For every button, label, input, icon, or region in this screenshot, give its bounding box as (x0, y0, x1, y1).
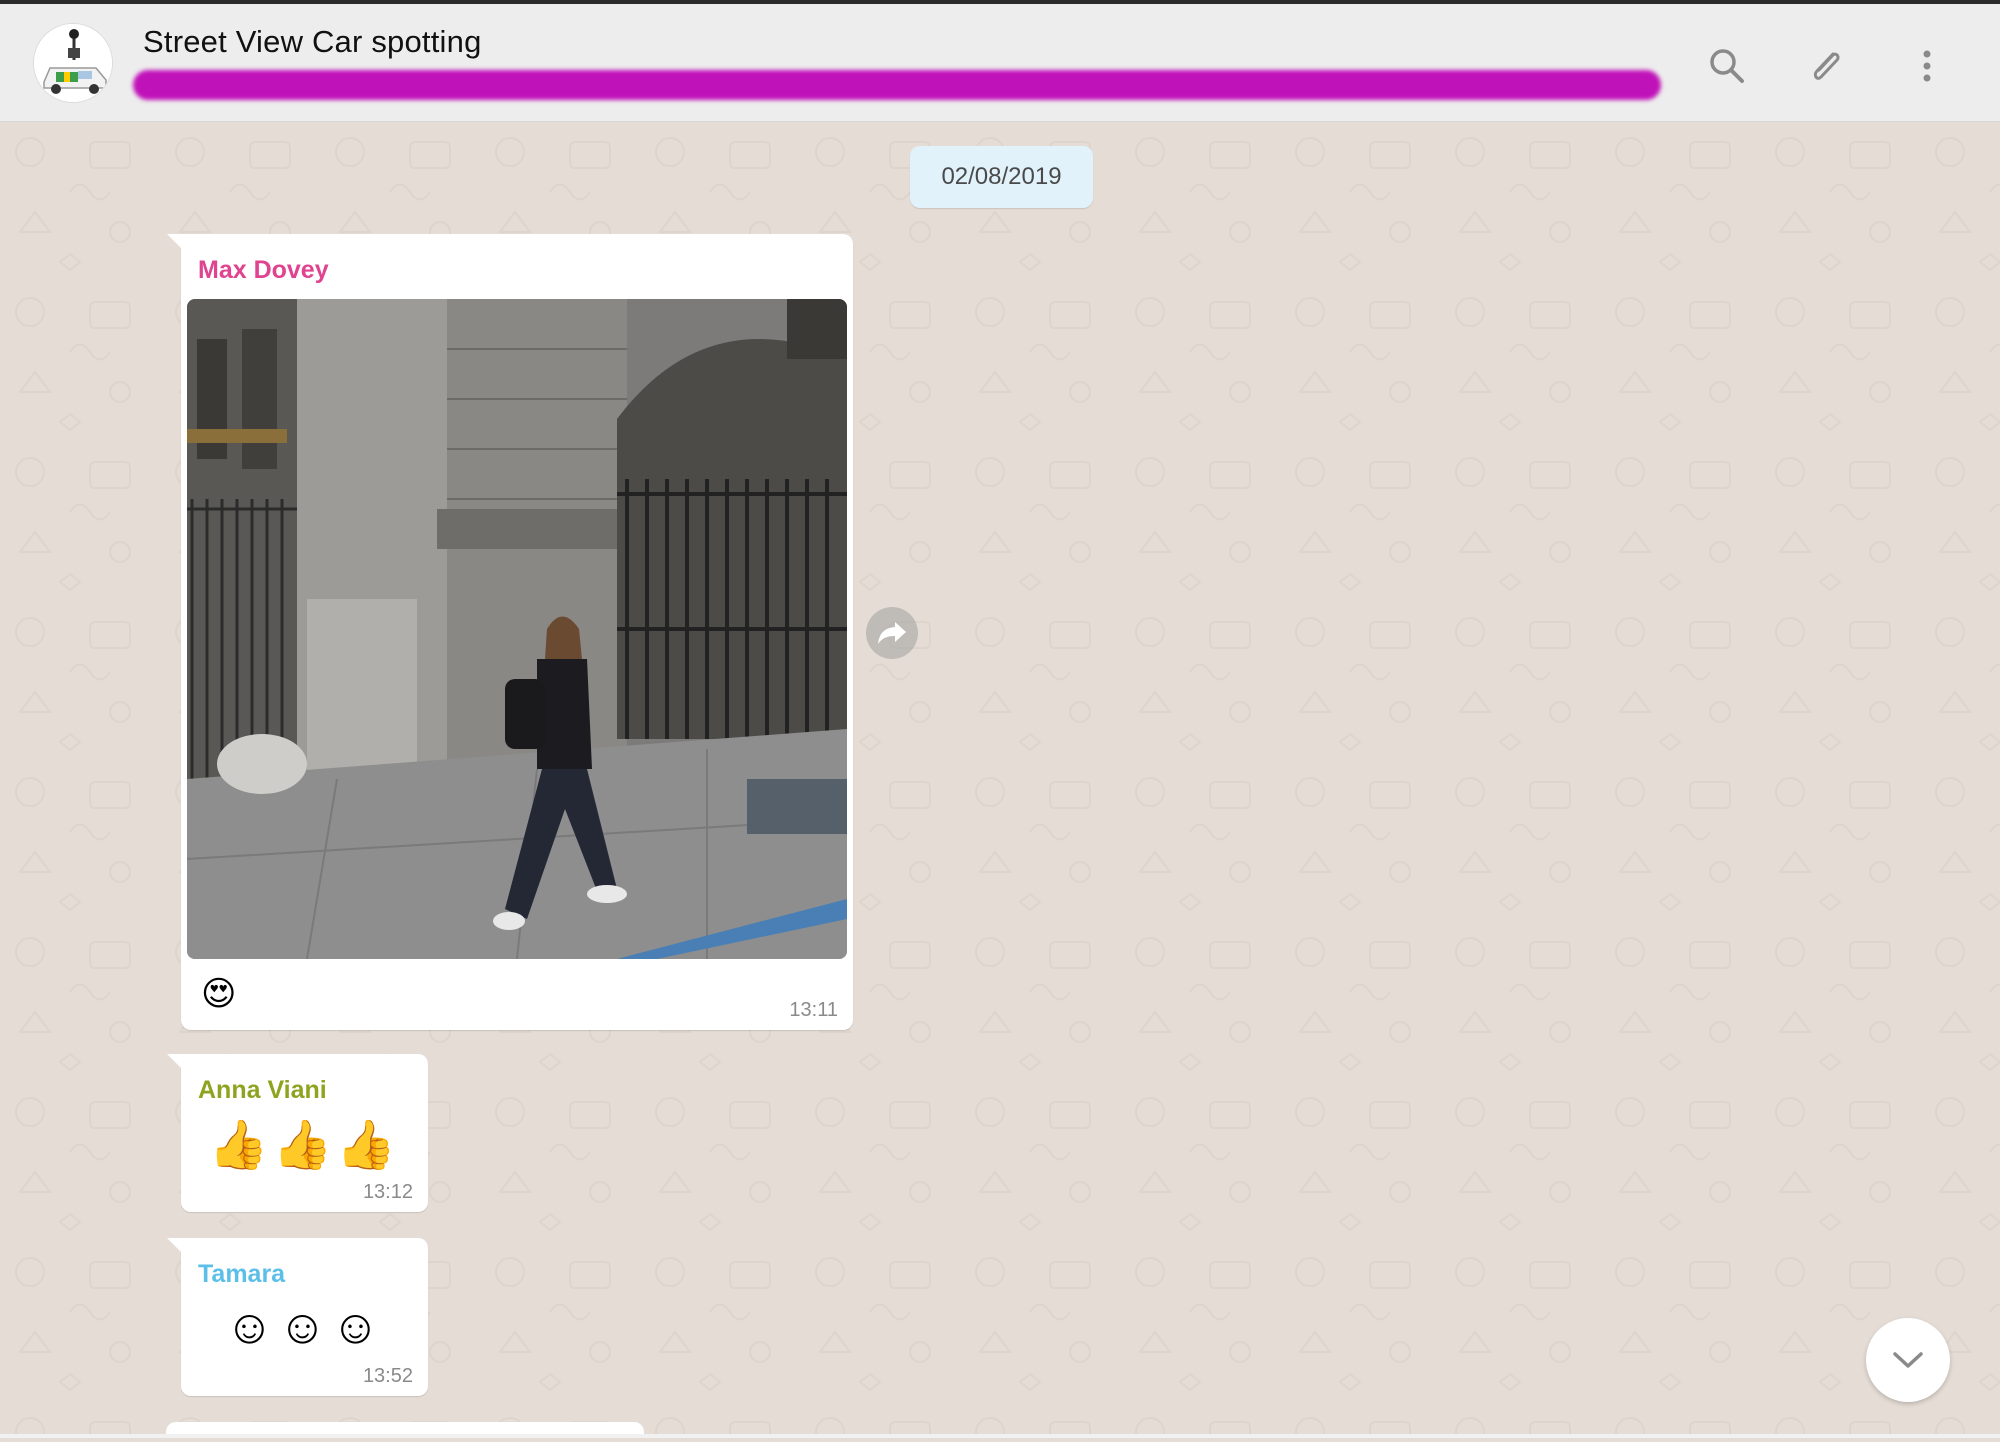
menu-dots-icon[interactable] (1903, 42, 1951, 90)
bubble-tail (167, 234, 183, 250)
message-caption-emoji: 😍 (201, 975, 237, 1013)
group-avatar[interactable] (33, 23, 113, 103)
message-sender[interactable]: Max Dovey (198, 256, 329, 285)
message-bubble-text[interactable]: Tamara ☺☺☺ 13:52 (167, 1238, 428, 1396)
bubble-tail (167, 1054, 183, 1070)
chevron-down-icon (1893, 1352, 1923, 1368)
street-view-car-image (34, 24, 112, 102)
scroll-to-bottom-button[interactable] (1866, 1318, 1950, 1402)
message-photo[interactable] (187, 299, 847, 959)
message-bubble-text[interactable]: Anna Viani 👍👍👍 13:12 (167, 1054, 428, 1212)
forward-icon[interactable] (866, 607, 918, 659)
message-bubble-image[interactable]: Max Dovey 😍 13:11 (167, 234, 853, 1030)
message-text: ☺☺☺ (224, 1301, 385, 1354)
date-divider: 02/08/2019 (910, 146, 1093, 208)
message-time: 13:52 (362, 1365, 413, 1387)
message-text: 👍👍👍 (208, 1119, 401, 1172)
message-sender[interactable]: Tamara (198, 1260, 285, 1289)
chat-bottom-border (0, 1434, 2000, 1438)
chat-header: Street View Car spotting (0, 4, 2000, 122)
message-time: 13:11 (789, 999, 838, 1021)
bubble-tail (167, 1238, 183, 1254)
chat-messages-pane[interactable]: 02/08/2019 Max Dovey 😍 13:11 Anna Viani … (0, 122, 2000, 1438)
message-sender[interactable]: Anna Viani (198, 1076, 327, 1105)
message-time: 13:12 (362, 1181, 413, 1203)
chat-title[interactable]: Street View Car spotting (143, 24, 482, 60)
redacted-participants-scribble (133, 70, 1661, 100)
paperclip-icon[interactable] (1803, 42, 1851, 90)
search-icon[interactable] (1703, 42, 1751, 90)
